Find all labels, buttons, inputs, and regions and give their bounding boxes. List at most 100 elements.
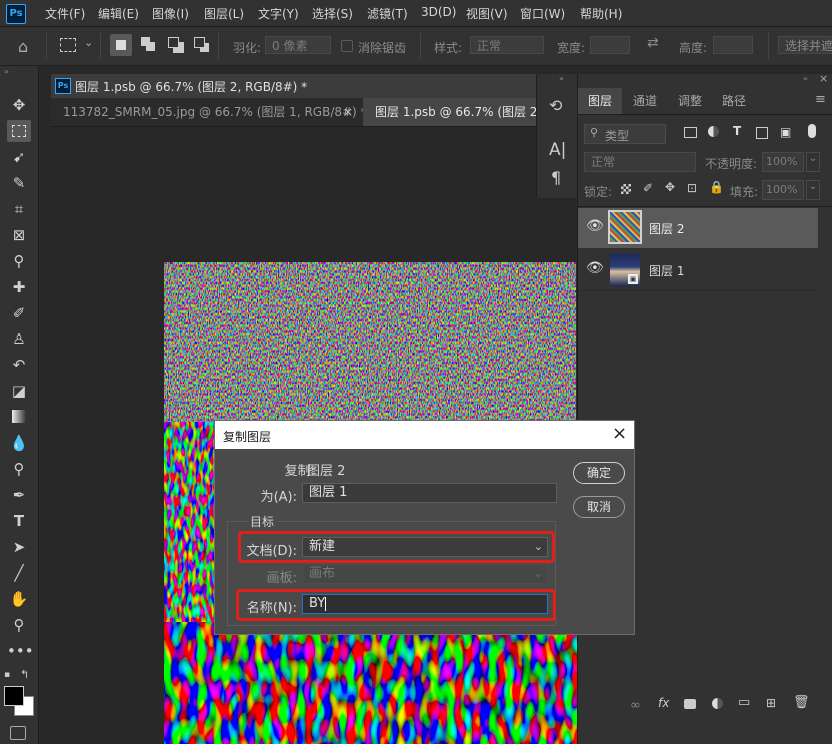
feather-input[interactable]: 0 像素 [265,36,331,54]
pen-tool-icon[interactable]: ✒ [7,484,31,506]
pixel-filter-icon[interactable] [684,127,697,138]
menu-image[interactable]: 图像(I) [152,5,189,22]
close-icon[interactable]: × [343,98,353,126]
hand-tool-icon[interactable]: ✋ [7,588,31,610]
lock-pixels-icon[interactable]: ✐ [643,181,653,195]
chevron-down-icon[interactable]: ⌄ [806,180,820,200]
menu-filter[interactable]: 滤镜(T) [367,5,408,22]
swap-icon[interactable]: ⇄ [647,35,659,51]
group-folder-icon[interactable]: ▭ [738,695,750,710]
type-tool-icon[interactable]: T [7,510,31,532]
collapse-icon[interactable]: » [559,74,564,83]
filter-toggle-icon[interactable] [808,124,816,138]
collapse-icon[interactable]: » [4,67,9,76]
default-colors-icon[interactable]: ▪ [4,670,10,680]
quick-mask-icon[interactable] [10,726,26,740]
character-panel-icon[interactable]: A| [549,140,566,160]
eye-icon[interactable]: 👁 [586,260,604,276]
zoom-tool-icon[interactable]: ⚲ [7,614,31,636]
panel-menu-icon[interactable]: ≡ [815,92,826,107]
blur-tool-icon[interactable]: 💧 [7,432,31,454]
close-icon[interactable]: × [612,423,627,444]
new-selection-button[interactable] [110,34,132,56]
new-layer-icon[interactable]: ⊞ [766,696,776,710]
add-mask-icon[interactable] [684,699,696,709]
marquee-tool-icon[interactable] [7,120,31,142]
magic-wand-icon[interactable]: ✎ [7,172,31,194]
cancel-button[interactable]: 取消 [573,496,625,518]
marquee-preset-icon[interactable] [60,38,76,52]
eye-icon[interactable]: 👁 [586,218,604,234]
crop-tool-icon[interactable]: ⌗ [7,198,31,220]
chevron-down-icon[interactable]: ⌄ [806,152,820,172]
healing-brush-icon[interactable]: ✚ [7,276,31,298]
menu-layer[interactable]: 图层(L) [204,5,244,22]
menu-3d[interactable]: 3D(D) [421,5,456,19]
smart-object-filter-icon[interactable]: ▣ [780,125,791,139]
foreground-color-swatch[interactable] [4,686,24,706]
menu-type[interactable]: 文字(Y) [258,5,299,22]
eyedropper-icon[interactable]: ⚲ [7,250,31,272]
layer-row-layer1[interactable]: 👁 ▣ 图层 1 [578,250,818,290]
layer-row-layer2[interactable]: 👁 图层 2 [578,208,818,248]
add-selection-icon[interactable] [141,37,150,46]
tab-113782-smrm[interactable]: 113782_SMRM_05.jpg @ 66.7% (图层 1, RGB/8#… [51,98,367,126]
lock-all-icon[interactable]: 🔒 [709,180,724,194]
menu-view[interactable]: 视图(V) [466,5,508,22]
swap-colors-icon[interactable]: ↰ [20,668,29,681]
select-and-mask-button[interactable]: 选择并遮 [778,36,832,54]
as-input[interactable]: 图层 1 [302,483,557,503]
shape-filter-icon[interactable] [756,127,768,139]
layer-filter-select[interactable]: ⚲ 类型 [584,124,666,144]
tab-adjustments[interactable]: 调整 [668,88,712,114]
collapse-icon[interactable]: « [803,74,808,83]
opacity-input[interactable]: 100% [762,152,804,172]
more-tools-icon[interactable]: ••• [7,640,34,662]
adjustment-filter-icon[interactable] [708,126,719,137]
link-layers-icon[interactable]: ∞ [630,698,641,713]
blend-mode-select[interactable]: 正常 [584,152,696,172]
tab-layer1-psb[interactable]: 图层 1.psb @ 66.7% (图层 2, I [363,98,549,126]
width-input[interactable] [590,36,630,54]
ok-button[interactable]: 确定 [573,462,625,484]
style-select[interactable]: 正常 [470,36,544,54]
tab-paths[interactable]: 路径 [712,88,756,114]
move-tool-icon[interactable]: ✥ [7,94,31,116]
history-panel-icon[interactable]: ⟲ [549,96,562,115]
tab-layers[interactable]: 图层 [578,88,622,114]
brush-tool-icon[interactable]: ✐ [7,302,31,324]
intersect-selection-icon[interactable] [194,37,205,48]
menu-window[interactable]: 窗口(W) [520,5,565,22]
lock-position-icon[interactable]: ✥ [665,180,675,194]
history-brush-icon[interactable]: ↶ [7,354,31,376]
eraser-icon[interactable]: ◪ [7,380,31,402]
paragraph-panel-icon[interactable]: ¶ [551,168,561,187]
close-panel-icon[interactable]: × [819,72,828,85]
clone-stamp-icon[interactable]: ♙ [7,328,31,350]
type-filter-icon[interactable]: T [733,124,741,138]
line-tool-icon[interactable]: ╱ [7,562,31,584]
dodge-tool-icon[interactable]: ⚲ [7,458,31,480]
adjustment-layer-icon[interactable] [712,698,723,709]
fx-icon[interactable]: fx [658,696,669,710]
artboard-select[interactable]: 画布 ⌄ [302,564,548,584]
trash-icon[interactable]: 🗑 [793,695,810,710]
menu-file[interactable]: 文件(F) [45,5,85,22]
path-selection-icon[interactable]: ➤ [7,536,31,558]
lock-artboard-icon[interactable]: ⊡ [687,181,697,195]
divider [218,33,219,59]
chevron-down-icon[interactable]: ⌄ [84,36,93,49]
height-input[interactable] [713,36,753,54]
tab-channels[interactable]: 通道 [622,88,668,114]
gradient-tool-icon[interactable] [7,406,31,428]
menu-help[interactable]: 帮助(H) [580,5,622,22]
menu-select[interactable]: 选择(S) [312,5,353,22]
lock-transparent-icon[interactable] [621,184,631,194]
subtract-selection-icon[interactable] [168,37,179,48]
home-icon[interactable]: ⌂ [18,37,28,56]
menu-edit[interactable]: 编辑(E) [98,5,139,22]
lasso-tool-icon[interactable]: ➹ [7,146,31,168]
fill-input[interactable]: 100% [762,180,804,200]
frame-tool-icon[interactable]: ⊠ [7,224,31,246]
antialias-checkbox[interactable] [341,40,353,52]
